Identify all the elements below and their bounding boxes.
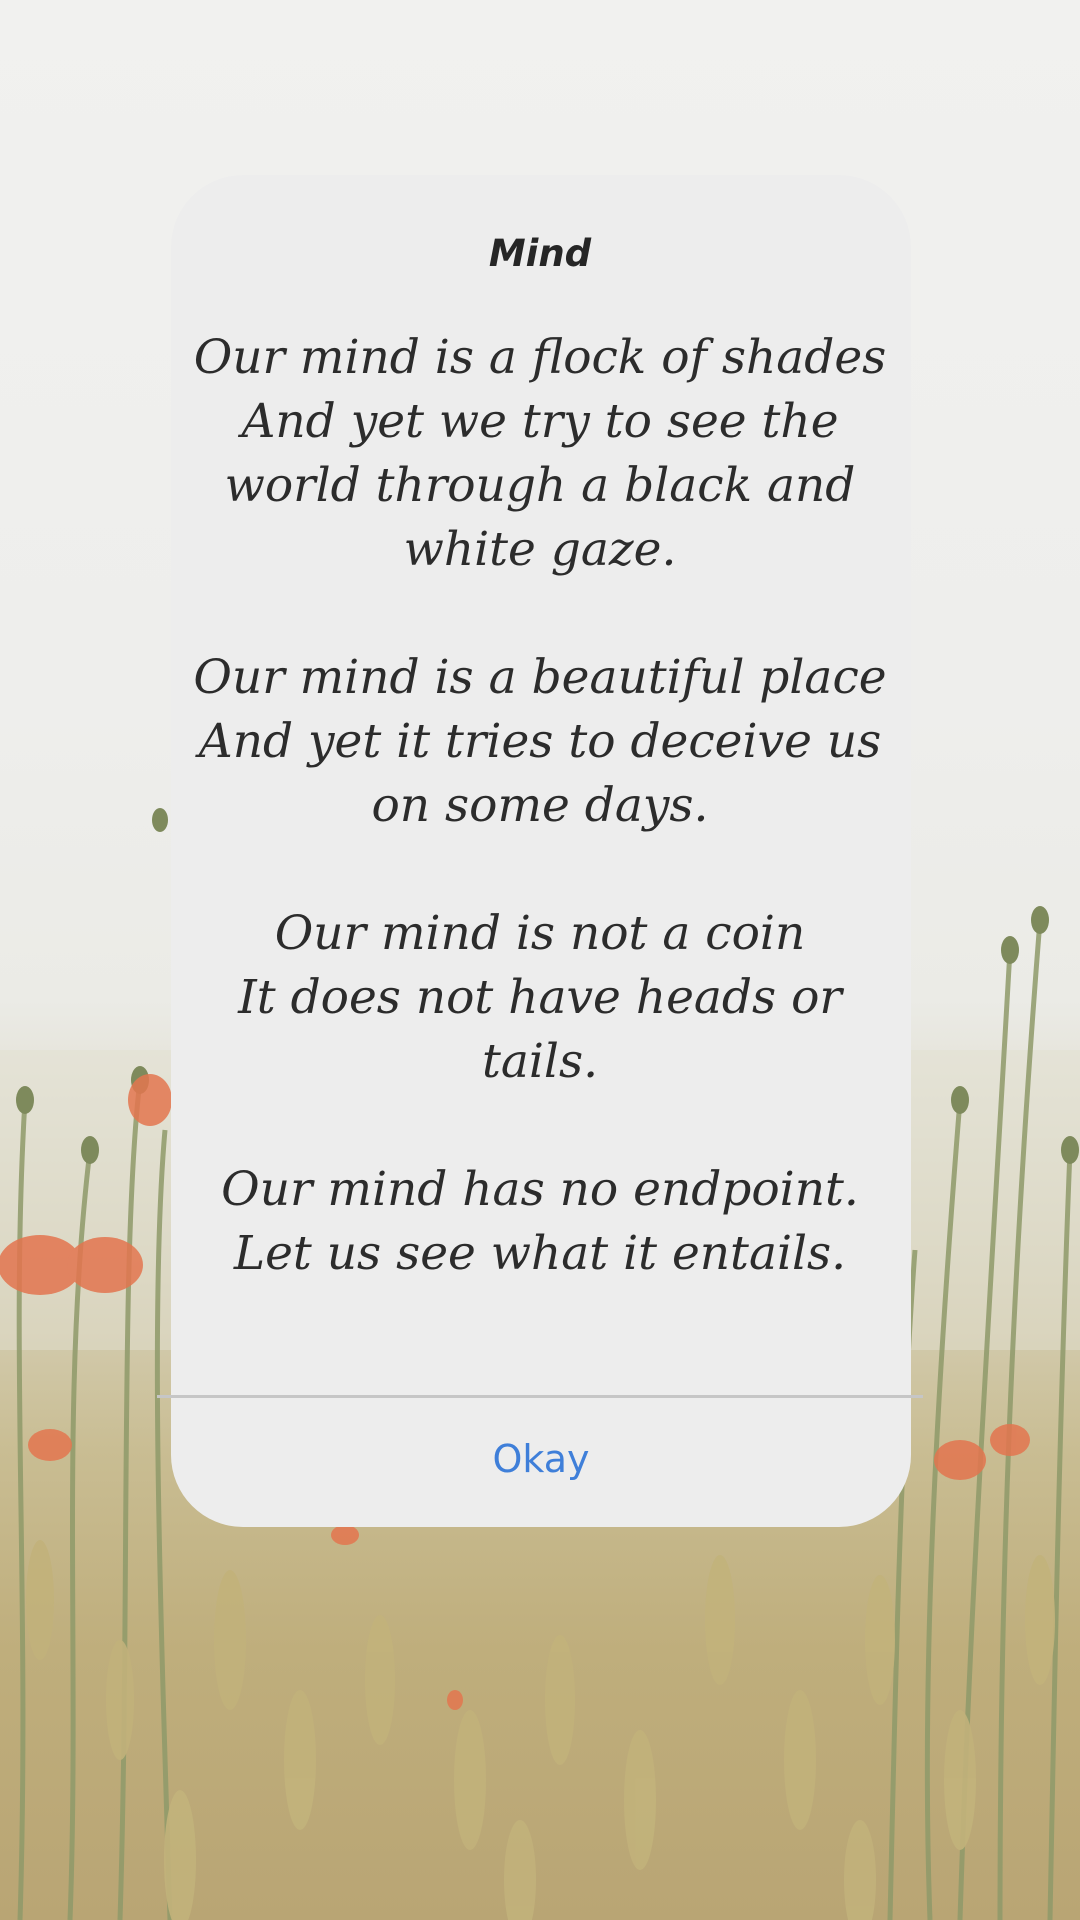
poem-line: Our mind is a flock of shades (193, 330, 887, 385)
poem-line: And yet we try to see the (241, 394, 839, 449)
poem-line: Our mind is a beautiful place (193, 650, 887, 705)
okay-button[interactable]: Okay (171, 1400, 911, 1518)
poem-line: It does not have heads or (238, 970, 842, 1025)
dialog-title: Mind (488, 232, 592, 275)
poem-line: tails. (481, 1034, 599, 1089)
poem-stanza: Our mind has no endpoint. Let us see wha… (0, 1158, 1080, 1286)
poem-stanza: Our mind is a beautiful place And yet it… (0, 646, 1080, 838)
poem-line: white gaze. (403, 522, 677, 577)
poem-line: Our mind is not a coin (274, 906, 806, 961)
poem-line: Our mind has no endpoint. (221, 1162, 859, 1217)
poem-line: on some days. (371, 778, 709, 833)
poem-stanza: Our mind is a flock of shades And yet we… (0, 326, 1080, 582)
poem-body: Our mind is a flock of shades And yet we… (0, 326, 1080, 1286)
poem-line: And yet it tries to deceive us (198, 714, 882, 769)
poem-stanza: Our mind is not a coin It does not have … (0, 902, 1080, 1094)
dialog-divider (157, 1395, 923, 1398)
poem-line: Let us see what it entails. (233, 1226, 847, 1281)
poem-line: world through a black and (224, 458, 856, 513)
